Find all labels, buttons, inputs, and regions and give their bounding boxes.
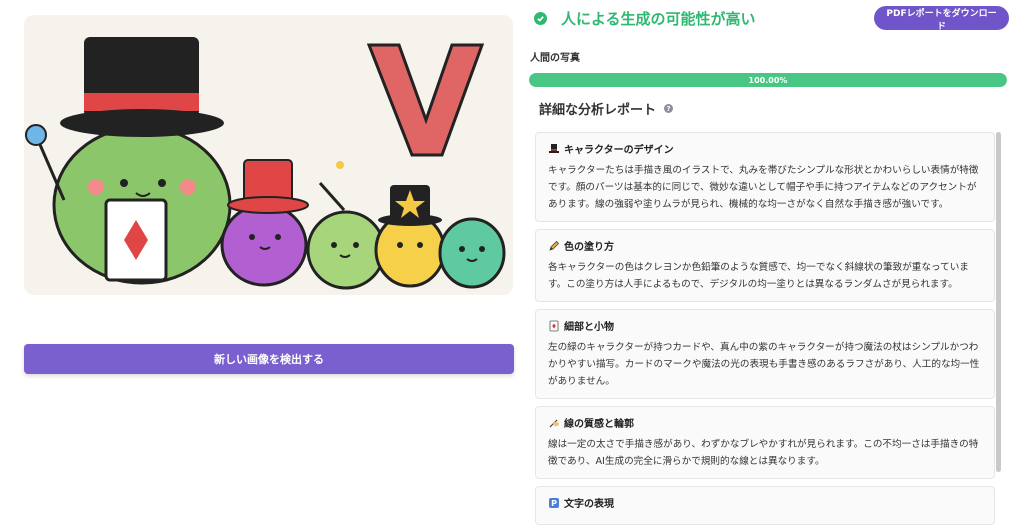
confidence-value: 100.00%	[748, 75, 788, 85]
result-label: 人間の写真	[530, 53, 580, 64]
card-title: キャラクターのデザイン	[564, 145, 674, 156]
parking-sign-icon: P	[548, 497, 560, 509]
writing-hand-icon	[548, 417, 560, 429]
pencil-icon	[548, 240, 560, 252]
svg-text:P: P	[551, 499, 557, 508]
card-title: 細部と小物	[564, 322, 614, 333]
report-title: 詳細な分析レポート	[539, 103, 657, 118]
report-cards[interactable]: キャラクターのデザイン キャラクターたちは手描き風のイラストで、丸みを帯びたシン…	[535, 132, 1001, 531]
help-icon[interactable]: ?	[664, 104, 674, 113]
report-card: 色の塗り方 各キャラクターの色はクレヨンか色鉛筆のような質感で、均一でなく斜線状…	[535, 229, 995, 302]
report-card: キャラクターのデザイン キャラクターたちは手描き風のイラストで、丸みを帯びたシン…	[535, 132, 995, 222]
card-body: 各キャラクターの色はクレヨンか色鉛筆のような質感で、均一でなく斜線状の筆致が重な…	[548, 262, 969, 290]
download-pdf-button[interactable]: PDFレポートをダウンロード	[874, 6, 1009, 32]
confidence-bar: 100.00%	[529, 73, 1007, 87]
card-title: 色の塗り方	[564, 242, 614, 253]
report-card: P 文字の表現	[535, 486, 995, 525]
top-hat-icon	[548, 143, 560, 155]
report-header: 詳細な分析レポート ?	[539, 99, 674, 118]
check-circle-icon	[534, 12, 547, 25]
uploaded-image	[24, 15, 513, 295]
result-header: 人による生成の可能性が高い	[534, 8, 756, 29]
card-body: キャラクターたちは手描き風のイラストで、丸みを帯びたシンプルな形状とかわいらしい…	[548, 165, 979, 210]
result-panel: 人による生成の可能性が高い PDFレポートをダウンロード 人間の写真 100.0…	[529, 0, 1009, 531]
report-card: 線の質感と輪郭 線は一定の太さで手描き感があり、わずかなブレやかすれが見られます…	[535, 406, 995, 479]
card-title: 文字の表現	[564, 499, 614, 510]
card-title: 線の質感と輪郭	[564, 419, 634, 430]
scrollbar[interactable]	[996, 132, 1001, 472]
result-title: 人による生成の可能性が高い	[561, 10, 756, 28]
illustration	[24, 15, 513, 295]
confidence-bar-fill: 100.00%	[529, 73, 1007, 87]
left-panel: 新しい画像を検出する	[24, 15, 514, 374]
detect-new-image-button[interactable]: 新しい画像を検出する	[24, 344, 514, 374]
card-body: 左の緑のキャラクターが持つカードや、真ん中の紫のキャラクターが持つ魔法の杖はシン…	[548, 342, 980, 387]
playing-card-icon	[548, 320, 560, 332]
card-body: 線は一定の太さで手描き感があり、わずかなブレやかすれが見られます。この不均一さは…	[548, 439, 979, 467]
report-card: 細部と小物 左の緑のキャラクターが持つカードや、真ん中の紫のキャラクターが持つ魔…	[535, 309, 995, 399]
